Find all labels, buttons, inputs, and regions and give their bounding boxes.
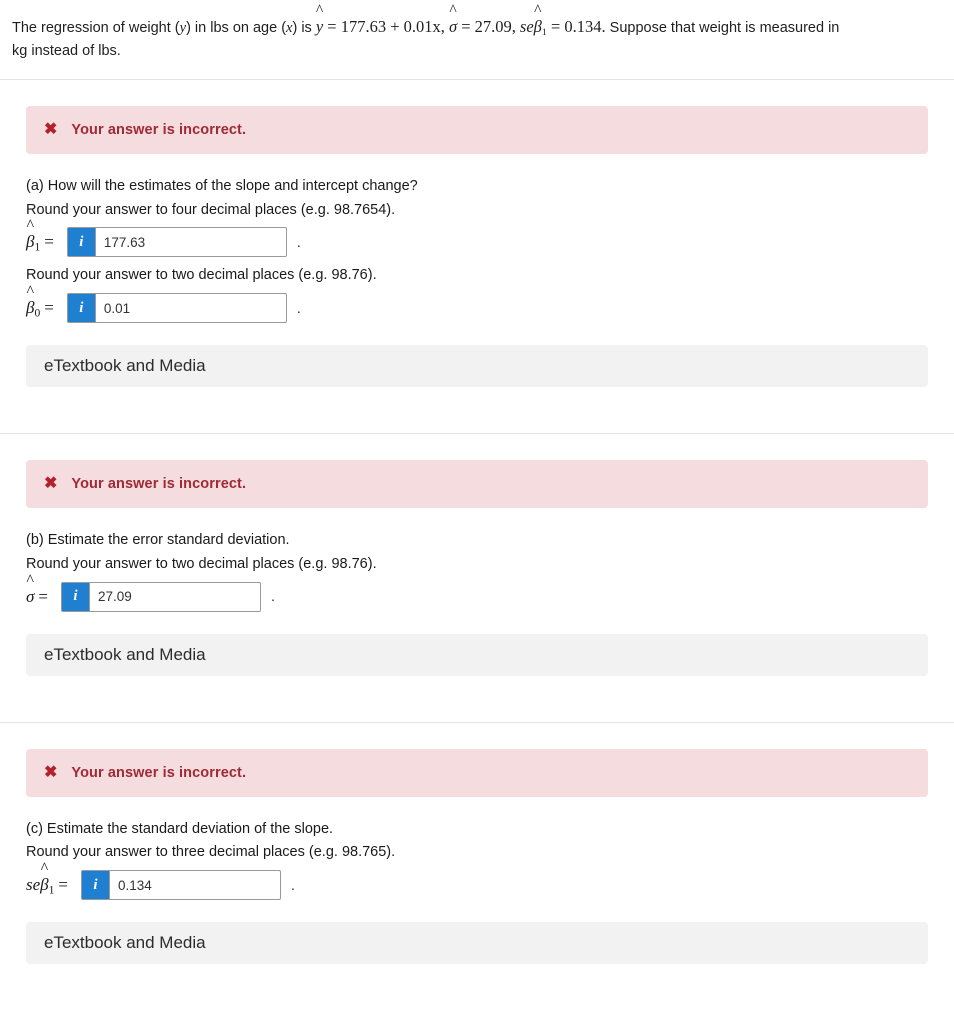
assignment-page: The regression of weight ( y ) in lbs on a… xyxy=(0,0,954,1000)
hat-accent-yhat: ^ xyxy=(315,2,324,20)
answer-field-b-1[interactable]: i xyxy=(60,581,261,612)
question-text-c: (c) Estimate the standard deviation of t… xyxy=(26,820,334,837)
prompt-yhat: y xyxy=(315,17,324,36)
prompt-line-2: kg instead of lbs. xyxy=(12,43,121,60)
answer-row-b-1: ^σ= i . xyxy=(26,571,928,612)
hat-accent-beta1-c: ^ xyxy=(40,859,49,877)
spacer-c xyxy=(12,964,942,1000)
close-icon: ✖ xyxy=(44,120,58,138)
prompt-text-3: ) is xyxy=(292,20,316,36)
incorrect-alert-a: ✖ Your answer is incorrect. xyxy=(26,105,928,154)
alert-message-a: Your answer is incorrect. xyxy=(71,121,247,138)
section-c: ✖ Your answer is incorrect. (c) Estimate… xyxy=(0,748,954,1001)
question-body-a: (a) How will the estimates of the slope … xyxy=(12,154,942,324)
question-body-b: (b) Estimate the error standard deviatio… xyxy=(12,508,942,612)
incorrect-alert-c: ✖ Your answer is incorrect. xyxy=(26,748,928,797)
prompt-se-value: = 0.134. xyxy=(546,17,606,36)
spacer-a xyxy=(12,387,942,433)
hat-accent-sigma: ^ xyxy=(449,2,457,20)
info-icon-b-1[interactable]: i xyxy=(61,582,90,611)
answer-label-beta1: ^ β1 = xyxy=(26,216,54,254)
answer-field-a-2[interactable]: i xyxy=(66,293,287,324)
section-b: ✖ Your answer is incorrect. (b) Estimate… xyxy=(0,460,954,722)
hat-accent-beta1: ^ xyxy=(26,216,35,234)
info-icon-a-2[interactable]: i xyxy=(67,294,96,323)
info-icon-a-1[interactable]: i xyxy=(67,228,96,257)
answer-label-se-beta1: se ^ β1 = xyxy=(26,859,69,897)
answer-field-a-1[interactable]: i xyxy=(66,227,287,258)
etextbook-media-b[interactable]: eTextbook and Media xyxy=(26,633,928,676)
answer-input-c-1[interactable] xyxy=(110,871,281,900)
prompt-se-beta: β xyxy=(533,17,542,36)
alert-message-c: Your answer is incorrect. xyxy=(71,764,247,781)
prompt-se-label: se xyxy=(519,17,534,36)
answer-field-c-1[interactable]: i xyxy=(81,870,282,901)
sigma-symbol-b: σ xyxy=(26,586,35,606)
question-text-b: (b) Estimate the error standard deviatio… xyxy=(26,532,290,549)
question-text-a: (a) How will the estimates of the slope … xyxy=(26,177,418,194)
etextbook-media-c[interactable]: eTextbook and Media xyxy=(26,922,928,965)
alert-message-b: Your answer is incorrect. xyxy=(71,476,247,493)
question-prompt: The regression of weight ( y ) in lbs on a… xyxy=(0,0,954,79)
answer-input-a-2[interactable] xyxy=(95,294,286,323)
se-prefix-c: se xyxy=(26,874,41,894)
hat-accent-beta0: ^ xyxy=(26,282,35,300)
instruction-c-1: Round your answer to three decimal place… xyxy=(26,844,396,861)
close-icon: ✖ xyxy=(44,475,58,493)
info-icon-c-1[interactable]: i xyxy=(82,871,111,900)
prompt-sigma-hat: σ xyxy=(448,17,458,36)
incorrect-alert-b: ✖ Your answer is incorrect. xyxy=(26,460,928,509)
etextbook-media-a[interactable]: eTextbook and Media xyxy=(26,345,928,388)
instruction-a-2: Round your answer to two decimal places … xyxy=(26,267,377,284)
period-a-1: . xyxy=(296,233,301,250)
beta-subscript-a1: 1 xyxy=(34,240,41,254)
instruction-b-1: Round your answer to two decimal places … xyxy=(26,555,377,572)
period-b-1: . xyxy=(270,588,275,605)
section-a: ✖ Your answer is incorrect. (a) How will… xyxy=(0,105,954,433)
answer-input-a-1[interactable] xyxy=(95,228,286,257)
prompt-equation: = 177.63 + 0.01x, xyxy=(323,17,445,36)
answer-row-a-2: ^β0= i . xyxy=(26,282,928,324)
prompt-text-1: The regression of weight ( xyxy=(12,20,180,36)
question-body-c: (c) Estimate the standard deviation of t… xyxy=(12,797,942,901)
hat-accent-beta: ^ xyxy=(534,2,542,20)
beta-subscript-c: 1 xyxy=(48,883,55,897)
close-icon: ✖ xyxy=(44,763,58,781)
spacer-b xyxy=(12,676,942,722)
beta-symbol-a1: β xyxy=(26,231,35,251)
prompt-sigma-value: = 27.09, xyxy=(457,17,516,36)
beta-symbol-a2: β xyxy=(26,297,35,317)
answer-row-a-1: ^β1= i . xyxy=(26,216,928,258)
beta-subscript-a2: 0 xyxy=(34,306,41,320)
answer-row-c-1: se^β1= i . xyxy=(26,859,928,901)
answer-label-sigma: ^ σ = xyxy=(26,571,48,606)
prompt-text-4: Suppose that weight is measured in xyxy=(605,20,840,36)
period-c-1: . xyxy=(291,876,295,893)
divider-a-b xyxy=(0,433,954,435)
instruction-a-1: Round your answer to four decimal places… xyxy=(26,201,396,218)
answer-input-b-1[interactable] xyxy=(89,582,260,611)
beta-symbol-c: β xyxy=(40,874,49,894)
answer-label-beta0: ^ β0 = xyxy=(26,282,54,320)
prompt-text-2: ) in lbs on age ( xyxy=(186,20,287,36)
period-a-2: . xyxy=(296,299,301,316)
divider-top xyxy=(0,78,954,80)
divider-b-c xyxy=(0,721,954,723)
hat-accent-sigma-b: ^ xyxy=(26,571,34,589)
